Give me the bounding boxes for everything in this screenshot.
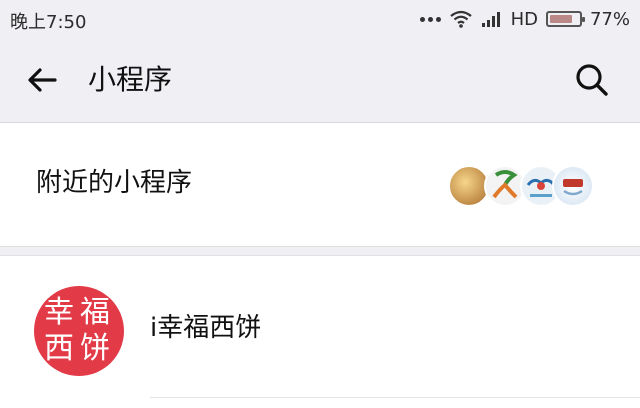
signal-icon [481, 12, 500, 27]
logo-char: 饼 [80, 331, 110, 366]
logo-char: 福 [80, 295, 110, 330]
row-divider [150, 397, 640, 398]
nearby-label: 附近的小程序 [36, 168, 193, 198]
status-time: 晚上7:50 [10, 12, 87, 33]
network-type: HD [510, 8, 538, 30]
wifi-icon [449, 10, 472, 28]
list-item[interactable]: 幸 福 西 饼 i幸福西饼 [0, 256, 640, 408]
nearby-mini-programs-row[interactable]: 附近的小程序 [0, 123, 640, 247]
status-bar: 晚上7:50 HD 77% [0, 0, 640, 38]
page-title: 小程序 [88, 63, 173, 96]
section-divider [0, 247, 640, 256]
battery-level [549, 15, 572, 23]
battery-icon [545, 11, 585, 27]
search-icon[interactable] [572, 60, 612, 100]
back-arrow-icon[interactable] [22, 60, 62, 100]
nav-bar: 小程序 [0, 38, 640, 123]
app-name: i幸福西饼 [150, 313, 262, 343]
nearby-app-icons [448, 163, 594, 209]
logo-char: 幸 [44, 295, 74, 330]
battery-percent: 77% [589, 8, 630, 30]
more-dots-icon [419, 16, 441, 22]
status-indicators: HD 77% [419, 7, 630, 31]
nearby-app-icon [552, 165, 594, 207]
logo-char: 西 [44, 331, 74, 366]
app-logo: 幸 福 西 饼 [34, 286, 124, 376]
